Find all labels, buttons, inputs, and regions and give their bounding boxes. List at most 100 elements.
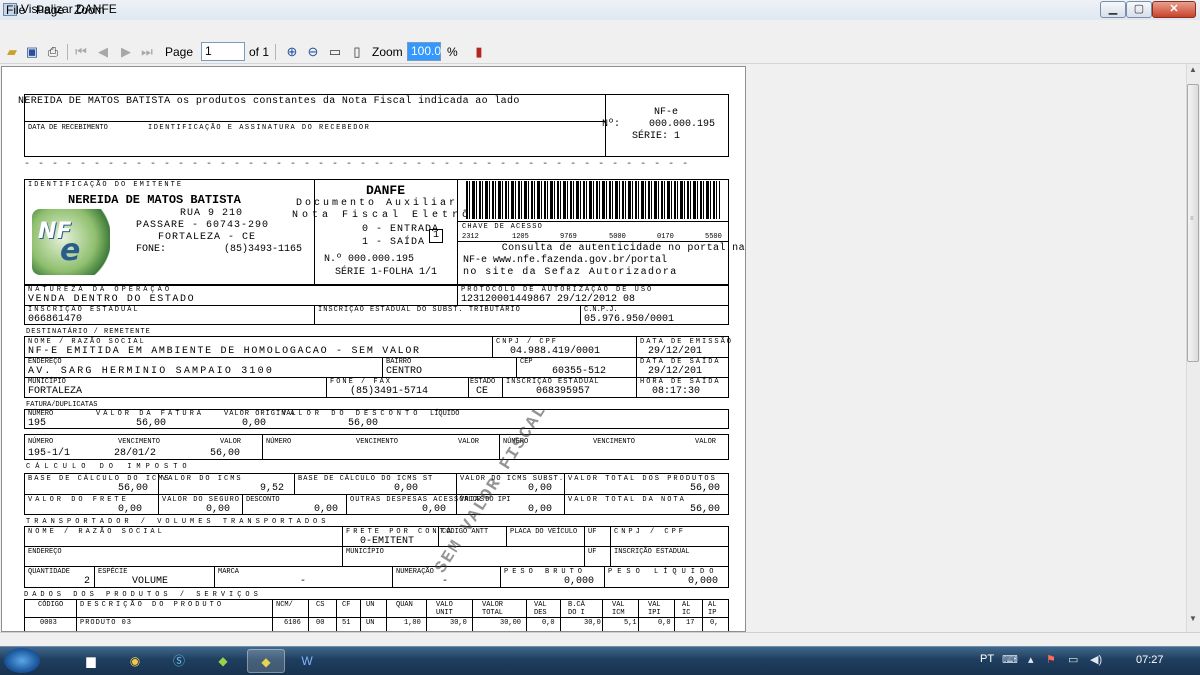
volume-icon[interactable]: ◀) [1090, 653, 1102, 666]
clock[interactable]: 07:27 [1136, 654, 1164, 666]
receipt-date-label: DATA DE RECEBIMENTO [28, 124, 108, 132]
divider [457, 241, 729, 242]
fatura-valor-value: 56,00 [136, 418, 167, 429]
divider [262, 434, 263, 460]
quantidade-value: 2 [84, 576, 91, 587]
receipt-ident-label: IDENTIFICAÇÃO E ASSINATURA DO RECEBEDOR [148, 124, 371, 132]
scroll-down-icon[interactable]: ▼ [1187, 614, 1199, 630]
print-icon[interactable]: ⎙ [45, 44, 61, 60]
col-codigo: CÓDIGO [38, 601, 64, 609]
fatura-numero-label: NÚMERO [28, 410, 54, 418]
dest-nome-label: NOME / RAZÃO SOCIAL [28, 338, 146, 346]
close-button[interactable]: ✕ [1152, 1, 1196, 18]
keyboard-icon[interactable]: ⌨ [1002, 653, 1018, 666]
open-folder-icon[interactable]: ▰ [4, 44, 20, 60]
divider [382, 357, 383, 377]
previous-page-icon[interactable]: ◀ [95, 44, 111, 60]
desconto-value: 0,00 [314, 504, 339, 515]
divider [500, 566, 501, 588]
divider [602, 599, 603, 631]
zoom-in-icon[interactable]: ⊕ [284, 44, 300, 60]
exit-icon[interactable]: ▮ [471, 44, 487, 60]
page-input[interactable]: 1 [201, 42, 245, 61]
entrada-label: 0 - ENTRADA [362, 224, 440, 235]
menu-page[interactable]: Page [36, 3, 64, 17]
divider [604, 566, 605, 588]
natureza-value: VENDA DENTRO DO ESTADO [28, 294, 196, 305]
fone-value: (85)3491-5714 [350, 386, 429, 397]
divider [702, 599, 703, 631]
produtos-section: DADOS DOS PRODUTOS / SERVIÇOS [24, 591, 262, 599]
next-page-icon[interactable]: ▶ [118, 44, 134, 60]
divider [560, 599, 561, 631]
numeracao-label: NUMERAÇÃO [396, 568, 434, 576]
col-val-icms: VAL ICM [612, 601, 625, 617]
serie-folha: SÉRIE 1-FOLHA 1/1 [335, 267, 438, 278]
save-icon[interactable]: ▣ [24, 44, 40, 60]
menu-file[interactable]: File [6, 3, 25, 17]
row-aliq-ipi: 0, [710, 619, 719, 627]
last-page-icon[interactable]: ⏭ [139, 44, 155, 60]
divider [610, 526, 611, 566]
row-val-desc: 0,0 [542, 619, 555, 627]
row-cfop: 51 [342, 619, 351, 627]
word-icon[interactable]: W [288, 649, 326, 673]
valor-icms-value: 9,52 [260, 483, 285, 494]
row-val-icms: 5,1 [624, 619, 637, 627]
transp-cnpj-label: CNPJ / CPF [614, 528, 687, 536]
start-button[interactable] [4, 648, 40, 673]
municipio-value: FORTALEZA [28, 386, 83, 397]
tray-arrow-icon[interactable]: ▴ [1028, 653, 1034, 666]
danfe-icon[interactable]: ◆ [247, 649, 285, 673]
outras-value: 0,00 [422, 504, 447, 515]
nfe-label: NF-e [654, 107, 679, 118]
fit-page-icon[interactable]: ▯ [349, 44, 365, 60]
maximize-button[interactable]: ▢ [1126, 1, 1152, 18]
row-quant: 1,00 [404, 619, 421, 627]
explorer-icon[interactable]: ▆ [72, 649, 110, 673]
number-value: 000.000.195 [649, 119, 716, 130]
page-label: Page [165, 45, 194, 59]
monitor-icon[interactable]: ▭ [1068, 653, 1078, 666]
skype-icon[interactable]: Ⓢ [160, 649, 198, 673]
divider [24, 121, 605, 122]
marca-label: MARCA [218, 568, 240, 576]
col-valor-total: VALOR TOTAL [482, 601, 504, 617]
col-aliq-ipi: AL IP [708, 601, 717, 617]
zoom-input[interactable]: 100.0 [407, 42, 441, 61]
row-aliq-icms: 17 [686, 619, 695, 627]
barcode [466, 181, 720, 219]
ie-value: 066861470 [28, 314, 83, 325]
transp-section: TRANSPORTADOR / VOLUMES TRANSPORTADOS [26, 518, 330, 526]
chrome-icon[interactable]: ◉ [116, 649, 154, 673]
divider [636, 336, 637, 398]
menu-zoom[interactable]: Zoom [74, 3, 105, 17]
frete-value: 0,00 [118, 504, 143, 515]
zoom-label: Zoom [372, 45, 403, 59]
col-valor-unit: VALO UNIT [436, 601, 453, 617]
fit-width-icon[interactable]: ▭ [327, 44, 343, 60]
language-indicator[interactable]: PT [980, 653, 994, 665]
title-bar[interactable] [0, 0, 1200, 20]
peso-bruto-value: 0,000 [564, 576, 595, 587]
scroll-thumb[interactable] [1187, 84, 1199, 362]
app-icon[interactable]: ◆ [204, 649, 242, 673]
seguro-value: 0,00 [206, 504, 231, 515]
zoom-out-icon[interactable]: ⊖ [305, 44, 321, 60]
base-st-value: 0,00 [394, 483, 419, 494]
transp-uf-label: UF [588, 528, 597, 536]
network-icon[interactable]: ⚑ [1046, 653, 1056, 666]
divider [506, 526, 507, 546]
minimize-button[interactable]: ▁ [1100, 1, 1126, 18]
scroll-up-icon[interactable]: ▲ [1187, 65, 1199, 81]
dest-cnpj-value: 04.988.419/0001 [510, 346, 601, 357]
divider [564, 473, 565, 515]
tipo-box: 1 [429, 229, 443, 243]
transp-nome-label: NOME / RAZÃO SOCIAL [28, 528, 165, 536]
first-page-icon[interactable]: ⏮ [73, 44, 89, 60]
horizontal-scrollbar[interactable] [0, 632, 1200, 646]
imposto-section: CÁLCULO DO IMPOSTO [26, 463, 192, 471]
col-descricao: DESCRIÇÃO DO PRODUTO [80, 601, 225, 609]
dup-vencimento-label-3: VENCIMENTO [593, 438, 636, 446]
base-st-label: BASE DE CÁLCULO DO ICMS ST [298, 475, 434, 483]
